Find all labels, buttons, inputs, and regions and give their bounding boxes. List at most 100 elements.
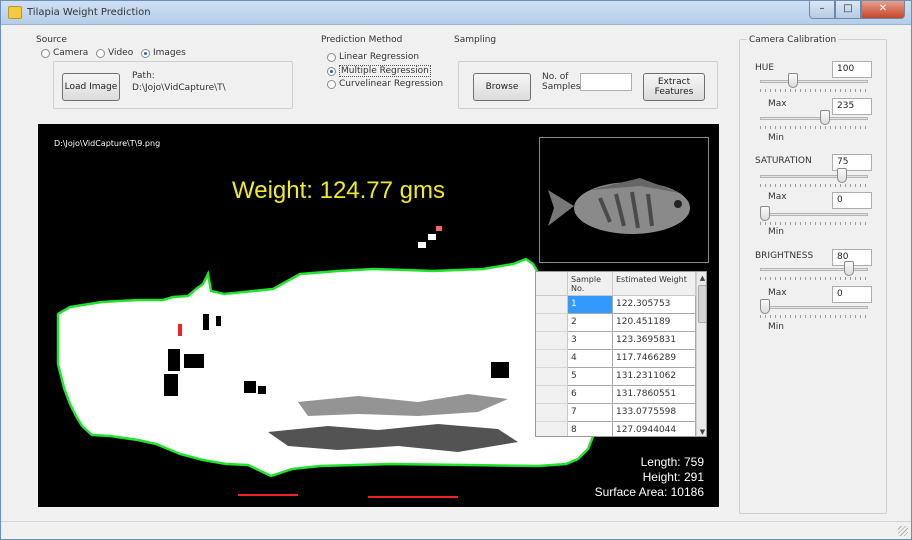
hue-max-slider[interactable] — [760, 72, 868, 92]
cell-estimated-weight[interactable]: 131.2311062 — [613, 368, 696, 386]
row-header[interactable] — [536, 350, 568, 368]
window-controls: – □ ✕ — [809, 1, 905, 19]
cell-sample-no[interactable]: 3 — [568, 332, 613, 350]
table-header-sample-no[interactable]: Sample No. — [568, 272, 613, 296]
table-corner-header — [536, 272, 568, 296]
radio-images-label: Images — [153, 48, 186, 58]
table-row[interactable]: 1 122.305753 — [536, 296, 706, 314]
slider-track — [760, 80, 868, 83]
estimated-weight-table[interactable]: Sample No. Estimated Weight 1 122.305753 2… — [535, 271, 707, 437]
table-header-estimated-weight[interactable]: Estimated Weight — [613, 272, 696, 296]
row-header[interactable] — [536, 404, 568, 422]
row-header[interactable] — [536, 314, 568, 332]
row-header[interactable] — [536, 422, 568, 436]
cell-estimated-weight[interactable]: 133.0775598 — [613, 404, 696, 422]
cell-sample-no[interactable]: 4 — [568, 350, 613, 368]
mask-fragment — [368, 496, 458, 498]
table-row[interactable]: 5 131.2311062 — [536, 368, 706, 386]
brightness-min-slider[interactable] — [760, 298, 868, 318]
fish-tail — [548, 190, 574, 226]
maximize-button[interactable]: □ — [835, 1, 861, 19]
app-icon — [8, 6, 22, 19]
hue-min-slider[interactable] — [760, 109, 868, 129]
cell-estimated-weight[interactable]: 117.7466289 — [613, 350, 696, 368]
cell-estimated-weight[interactable]: 122.305753 — [613, 296, 696, 314]
mask-fragment — [436, 226, 442, 231]
prediction-method-label: Prediction Method — [321, 35, 403, 45]
scroll-thumb[interactable] — [698, 285, 706, 323]
row-header[interactable] — [536, 296, 568, 314]
status-bar — [1, 521, 911, 539]
saturation-min-label: Min — [768, 227, 784, 237]
fish-eye — [674, 200, 682, 208]
table-row[interactable]: 4 117.7466289 — [536, 350, 706, 368]
mask-hole — [258, 386, 266, 394]
slider-track — [760, 306, 868, 309]
table-scrollbar[interactable]: ▲ ▼ — [696, 272, 706, 436]
camera-calibration-label: Camera Calibration — [747, 35, 839, 45]
hue-max-knob[interactable] — [788, 73, 798, 88]
radio-linear-regression[interactable]: Linear Regression — [327, 52, 419, 62]
browse-button[interactable]: Browse — [473, 73, 531, 101]
mask-fragment — [238, 494, 298, 496]
resize-grip-icon[interactable] — [898, 526, 908, 536]
cell-sample-no[interactable]: 7 — [568, 404, 613, 422]
mask-fragment — [178, 324, 182, 336]
brightness-min-knob[interactable] — [760, 299, 770, 314]
radio-camera-dot[interactable] — [41, 48, 50, 58]
length-readout: Length: 759 — [640, 455, 704, 469]
minimize-button[interactable]: – — [809, 1, 835, 19]
scroll-down-icon[interactable]: ▼ — [697, 426, 706, 436]
row-header[interactable] — [536, 368, 568, 386]
cell-sample-no[interactable]: 1 — [568, 296, 613, 314]
slider-ticks — [760, 184, 868, 187]
cell-estimated-weight[interactable]: 123.3695831 — [613, 332, 696, 350]
radio-video-dot[interactable] — [96, 48, 105, 58]
saturation-min-knob[interactable] — [760, 206, 770, 221]
load-image-button[interactable]: Load Image — [62, 73, 120, 101]
brightness-max-slider[interactable] — [760, 260, 868, 280]
saturation-max-slider[interactable] — [760, 167, 868, 187]
radio-curvelinear-dot[interactable] — [327, 79, 336, 89]
fish-thumbnail-image — [548, 178, 690, 234]
radio-images-dot[interactable] — [141, 48, 150, 58]
window-title: Tilapia Weight Prediction — [27, 7, 151, 18]
radio-images[interactable]: Images — [141, 48, 186, 58]
brightness-max-knob[interactable] — [844, 261, 854, 276]
cell-estimated-weight[interactable]: 131.7860551 — [613, 386, 696, 404]
extract-label-2: Features — [654, 87, 694, 97]
saturation-label: SATURATION — [755, 156, 812, 166]
hue-max-label: Max — [768, 99, 787, 109]
cell-sample-no[interactable]: 2 — [568, 314, 613, 332]
samples-input[interactable] — [580, 73, 632, 91]
radio-video[interactable]: Video — [96, 48, 133, 58]
radio-linear-dot[interactable] — [327, 52, 336, 62]
table-row[interactable]: 7 133.0775598 — [536, 404, 706, 422]
image-file-path: D:\Jojo\VidCapture\T\9.png — [54, 139, 161, 148]
row-header[interactable] — [536, 332, 568, 350]
table-row[interactable]: 6 131.7860551 — [536, 386, 706, 404]
radio-multiple-dot[interactable] — [327, 66, 336, 76]
surface-area-readout: Surface Area: 10186 — [594, 485, 704, 499]
radio-multiple-regression[interactable]: Multiple Regression — [327, 65, 431, 77]
hue-min-knob[interactable] — [820, 110, 830, 125]
cell-sample-no[interactable]: 8 — [568, 422, 613, 436]
title-bar[interactable]: Tilapia Weight Prediction – □ ✕ — [1, 1, 911, 25]
cell-estimated-weight[interactable]: 120.451189 — [613, 314, 696, 332]
sampling-label: Sampling — [454, 35, 497, 45]
table-row[interactable]: 8 127.0944044 — [536, 422, 706, 436]
radio-multiple-label: Multiple Regression — [339, 65, 431, 77]
saturation-max-knob[interactable] — [837, 168, 847, 183]
radio-curvelinear-regression[interactable]: Curvelinear Regression — [327, 79, 443, 89]
row-header[interactable] — [536, 386, 568, 404]
close-button[interactable]: ✕ — [861, 1, 905, 19]
table-row[interactable]: 2 120.451189 — [536, 314, 706, 332]
extract-features-button[interactable]: Extract Features — [643, 73, 705, 101]
cell-estimated-weight[interactable]: 127.0944044 — [613, 422, 696, 436]
table-row[interactable]: 3 123.3695831 — [536, 332, 706, 350]
radio-camera[interactable]: Camera — [41, 48, 88, 58]
cell-sample-no[interactable]: 6 — [568, 386, 613, 404]
scroll-up-icon[interactable]: ▲ — [697, 272, 706, 284]
saturation-min-slider[interactable] — [760, 205, 868, 225]
cell-sample-no[interactable]: 5 — [568, 368, 613, 386]
